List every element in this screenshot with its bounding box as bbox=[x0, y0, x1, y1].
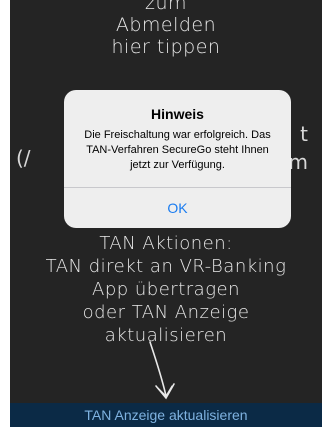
logout-hint-line: hier tippen bbox=[111, 36, 221, 58]
background-text-fragment-right: t m bbox=[289, 120, 308, 176]
alert-title: Hinweis bbox=[151, 106, 204, 122]
tan-hint-line: oder TAN Anzeige bbox=[82, 302, 250, 323]
logout-hint-line: zum bbox=[144, 0, 188, 14]
tan-hint-line: TAN Aktionen: bbox=[99, 233, 233, 254]
alert-dialog: Hinweis Die Freischaltung war erfolgreic… bbox=[64, 90, 291, 228]
background-text-fragment: (/ bbox=[16, 146, 31, 170]
ok-button[interactable]: OK bbox=[64, 188, 291, 228]
alert-body: Hinweis Die Freischaltung war erfolgreic… bbox=[64, 90, 291, 187]
refresh-tan-button[interactable]: TAN Anzeige aktualisieren bbox=[84, 407, 247, 423]
tan-hint-line: TAN direkt an VR-Banking bbox=[45, 256, 287, 277]
alert-message: Die Freischaltung war erfolgreich. Das T… bbox=[84, 129, 271, 171]
bottom-bar: TAN Anzeige aktualisieren bbox=[10, 403, 322, 427]
app-screen: zum Abmelden hier tippen (/ t m TAN Akti… bbox=[10, 0, 322, 427]
background-text-fragment: m bbox=[288, 150, 308, 174]
hand-drawn-arrow-down-icon bbox=[149, 341, 175, 400]
tan-hint-line: App übertragen bbox=[92, 279, 240, 300]
tan-actions-hint: TAN Aktionen: TAN direkt an VR-Banking A… bbox=[10, 232, 322, 347]
logout-hint[interactable]: zum Abmelden hier tippen bbox=[10, 0, 322, 58]
background-text-fragment: t bbox=[300, 122, 308, 146]
logout-hint-line: Abmelden bbox=[115, 14, 217, 36]
